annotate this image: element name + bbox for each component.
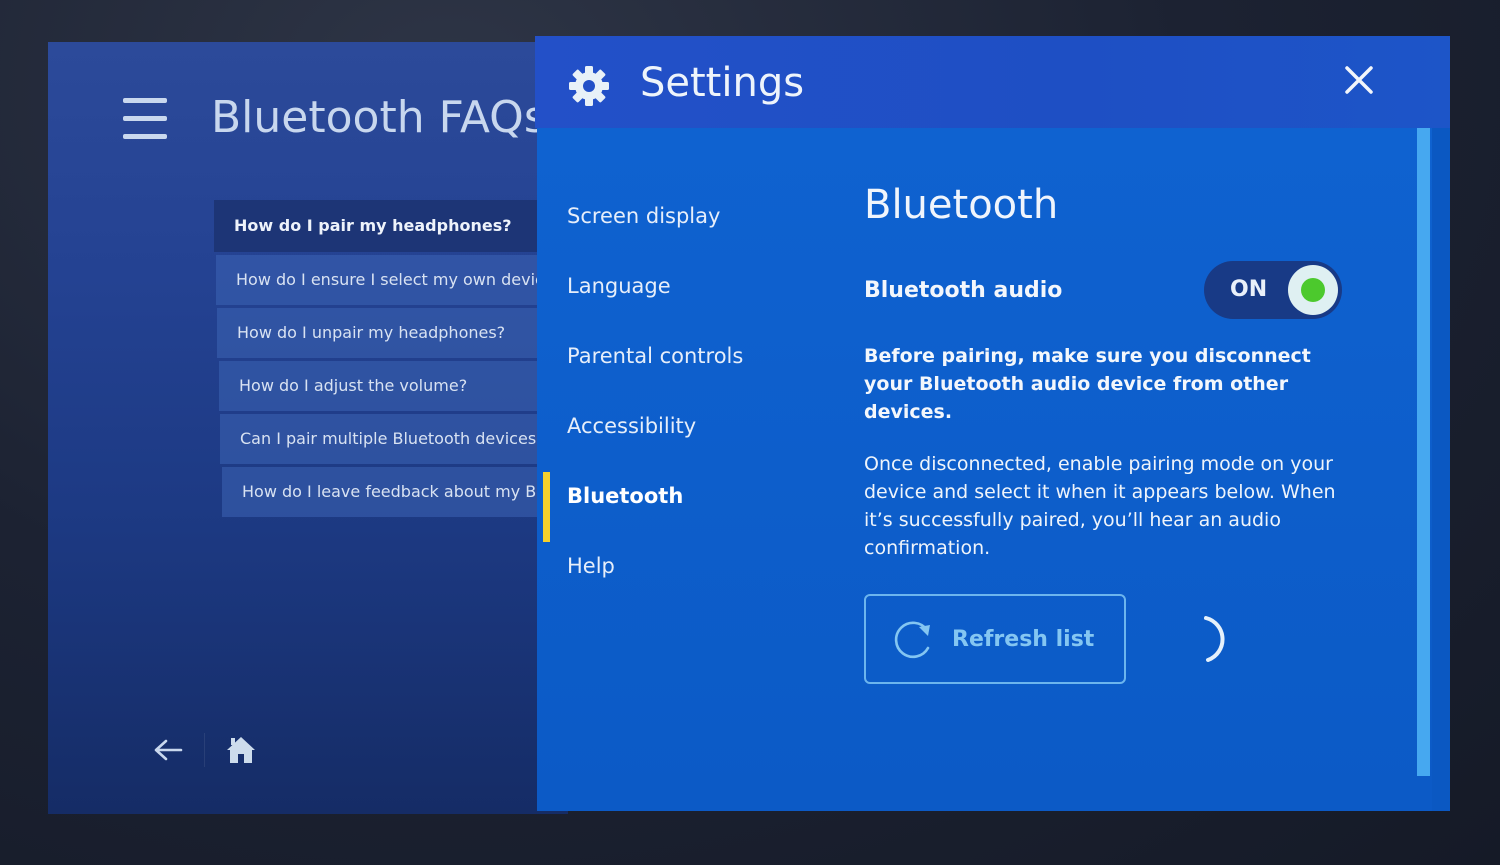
close-button[interactable] (1341, 62, 1377, 98)
pairing-instructions-text: Once disconnected, enable pairing mode o… (864, 453, 1336, 559)
bluetooth-audio-toggle[interactable]: ON (1204, 261, 1342, 319)
faq-item[interactable]: How do I ensure I select my own device? (216, 255, 554, 305)
scrollbar-thumb[interactable] (1417, 128, 1430, 776)
refresh-list-label: Refresh list (952, 626, 1095, 652)
hamburger-menu-icon[interactable] (123, 98, 167, 139)
faq-item[interactable]: How do I unpair my headphones? (217, 308, 554, 358)
nav-item-screen-display[interactable]: Screen display (567, 196, 743, 266)
settings-title: Settings (640, 60, 805, 106)
pairing-warning-text: Before pairing, make sure you disconnect… (864, 345, 1311, 423)
faq-item[interactable]: Can I pair multiple Bluetooth devices to (220, 414, 554, 464)
bluetooth-content: Bluetooth Bluetooth audio ON Before pair… (864, 182, 1364, 684)
action-row: Refresh list (864, 594, 1364, 684)
scrollbar-track[interactable] (1432, 128, 1450, 811)
toggle-state-label: ON (1230, 277, 1268, 302)
loading-spinner-icon (1204, 616, 1225, 662)
arrow-left-icon (154, 739, 183, 761)
refresh-list-button[interactable]: Refresh list (864, 594, 1126, 684)
settings-panel: Settings Screen display Language Parenta… (535, 36, 1450, 811)
section-title: Bluetooth (864, 182, 1059, 228)
faq-item[interactable]: How do I adjust the volume? (219, 361, 554, 411)
settings-nav: Screen display Language Parental control… (542, 196, 743, 616)
settings-header: Settings (535, 36, 1450, 128)
faq-item[interactable]: How do I leave feedback about my Bluetoo… (222, 467, 554, 517)
faq-item[interactable]: How do I pair my headphones? (214, 200, 554, 252)
nav-divider (204, 733, 205, 767)
faq-screen: Bluetooth FAQs How do I pair my headphon… (48, 42, 568, 814)
bluetooth-audio-label: Bluetooth audio (864, 277, 1063, 303)
faq-list: How do I pair my headphones? How do I en… (214, 200, 554, 520)
home-button[interactable] (221, 732, 261, 768)
nav-item-bluetooth[interactable]: Bluetooth (542, 472, 743, 546)
faq-page-title: Bluetooth FAQs (211, 92, 547, 143)
home-icon (227, 737, 255, 763)
nav-item-help[interactable]: Help (567, 546, 743, 616)
toggle-status-dot (1301, 278, 1325, 302)
nav-item-parental-controls[interactable]: Parental controls (567, 336, 743, 406)
back-button[interactable] (148, 732, 188, 768)
refresh-icon (894, 621, 930, 659)
bottom-nav (148, 732, 261, 768)
bluetooth-audio-row: Bluetooth audio ON (864, 260, 1364, 320)
gear-icon (569, 66, 609, 106)
close-icon (1345, 66, 1373, 94)
nav-item-accessibility[interactable]: Accessibility (567, 406, 743, 476)
nav-item-language[interactable]: Language (567, 266, 743, 336)
toggle-knob (1288, 265, 1338, 315)
